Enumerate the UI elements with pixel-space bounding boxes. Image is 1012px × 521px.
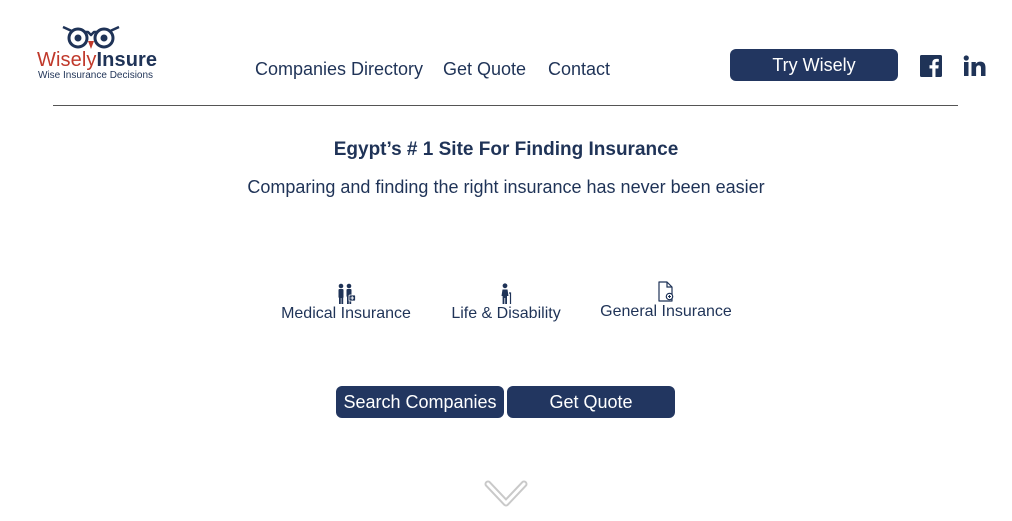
try-wisely-button[interactable]: Try Wisely [730, 49, 898, 81]
hero-subheadline: Comparing and finding the right insuranc… [247, 177, 765, 197]
facebook-icon[interactable] [920, 55, 944, 77]
person-cane-icon [501, 283, 512, 304]
category-life-disability[interactable]: Life & Disability [446, 283, 566, 323]
nav-link-get-quote[interactable]: Get Quote [443, 59, 526, 80]
logo-wordmark: WiselyInsure [37, 49, 157, 72]
family-medical-icon [338, 283, 356, 304]
logo[interactable]: WiselyInsure Wise Insurance Decisions [37, 23, 167, 83]
owl-glasses-icon [62, 25, 120, 49]
category-general-insurance[interactable]: General Insurance [596, 281, 736, 321]
category-medical-insurance[interactable]: Medical Insurance [276, 283, 416, 323]
nav-link-companies-directory[interactable]: Companies Directory [255, 59, 423, 80]
logo-wordmark-part1: Wisely [37, 49, 97, 71]
header-divider [53, 105, 958, 106]
get-quote-button[interactable]: Get Quote [507, 386, 675, 418]
logo-tagline: Wise Insurance Decisions [38, 70, 154, 81]
hero-headline: Egypt’s # 1 Site For Finding Insurance [333, 139, 679, 160]
chevron-down-icon[interactable] [484, 476, 528, 510]
category-life-disability-label: Life & Disability [451, 305, 561, 322]
search-companies-button[interactable]: Search Companies [336, 386, 504, 418]
document-icon [658, 281, 674, 302]
linkedin-icon[interactable] [963, 55, 987, 77]
category-medical-insurance-label: Medical Insurance [281, 305, 411, 322]
category-general-insurance-label: General Insurance [600, 303, 732, 320]
nav-link-contact[interactable]: Contact [548, 59, 610, 80]
logo-wordmark-part2: Insure [96, 49, 158, 71]
